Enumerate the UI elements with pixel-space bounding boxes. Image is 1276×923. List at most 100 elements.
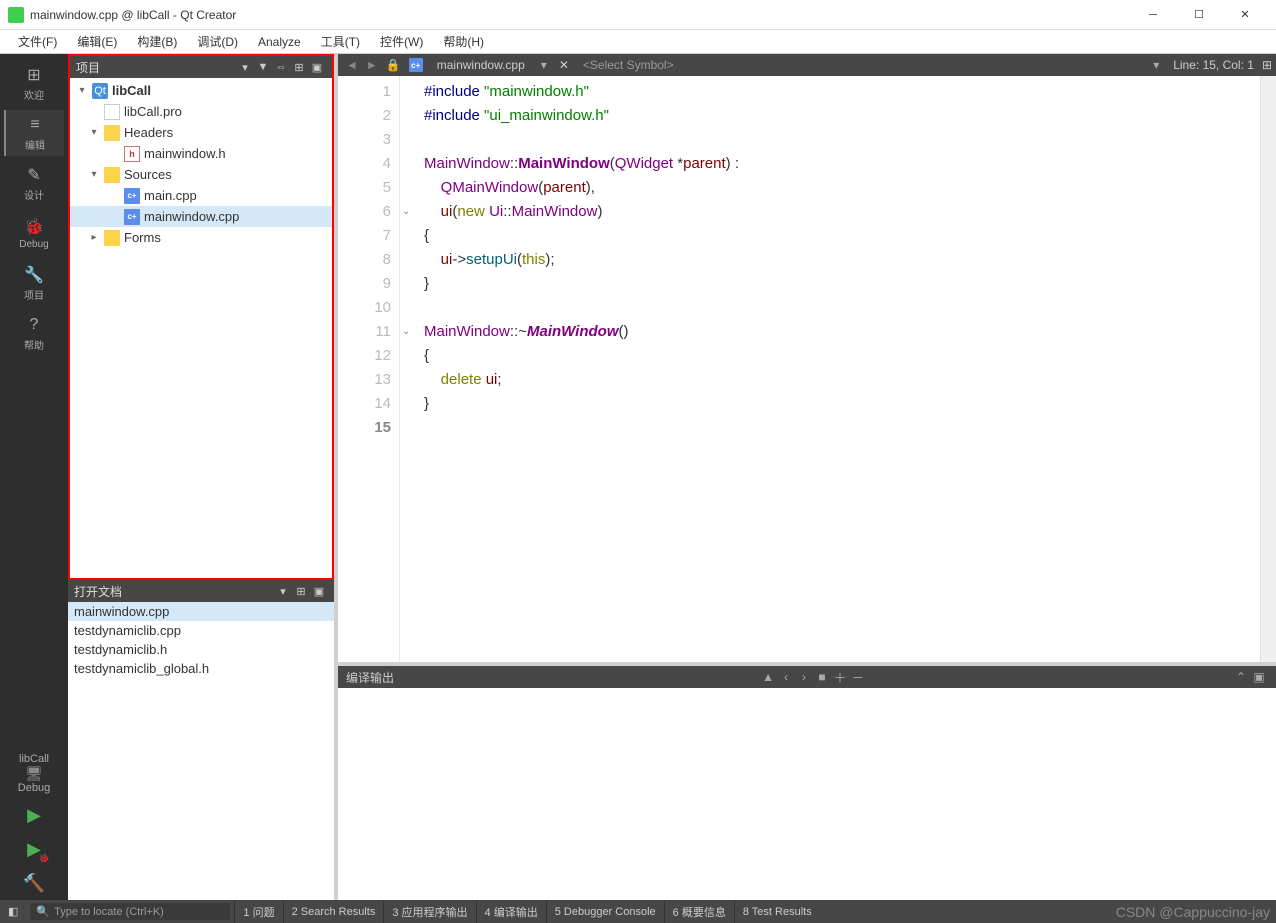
nav-back-icon[interactable]: ◄ (342, 58, 362, 72)
link-icon[interactable]: ⇔ (272, 61, 290, 73)
status-tab-1[interactable]: 2 Search Results (283, 900, 384, 923)
status-tab-5[interactable]: 6 概要信息 (664, 900, 734, 923)
split-icon[interactable]: ⊞ (292, 585, 310, 598)
fold-marker-icon[interactable]: ⌄ (402, 206, 410, 217)
status-tab-4[interactable]: 5 Debugger Console (546, 900, 664, 923)
tree-item-libCall.pro[interactable]: libCall.pro (70, 101, 332, 122)
maximize-button[interactable]: ☐ (1176, 0, 1222, 30)
rail-欢迎[interactable]: ⊞欢迎 (4, 60, 64, 106)
nav-fwd-icon[interactable]: ► (362, 58, 382, 72)
expand-arrow-icon[interactable]: ▾ (88, 127, 100, 138)
kit-mode: Debug (0, 782, 68, 794)
rail-帮助[interactable]: ?帮助 (4, 310, 64, 356)
file-dropdown-icon[interactable]: ▾ (535, 58, 553, 72)
code-content[interactable]: #include "mainwindow.h"#include "ui_main… (416, 76, 1260, 662)
dropdown-icon[interactable]: ▾ (236, 61, 254, 74)
open-doc-1[interactable]: testdynamiclib.cpp (68, 621, 334, 640)
tree-item-Forms[interactable]: ▸Forms (70, 227, 332, 248)
open-doc-2[interactable]: testdynamiclib.h (68, 640, 334, 659)
expand-icon[interactable]: ⌃ (1232, 670, 1250, 684)
rail-Debug[interactable]: 🐞Debug (4, 210, 64, 256)
close-file-icon[interactable]: ✕ (553, 58, 575, 72)
project-tree[interactable]: ▾QtlibCalllibCall.pro▾Headershmainwindow… (70, 78, 332, 578)
status-tab-2[interactable]: 3 应用程序输出 (383, 900, 475, 923)
tree-item-mainwindow.cpp[interactable]: c+mainwindow.cpp (70, 206, 332, 227)
run-debug-button[interactable]: ▶🐞 (0, 832, 68, 866)
close-button[interactable]: ✕ (1222, 0, 1268, 30)
expand-arrow-icon[interactable]: ▸ (88, 232, 100, 243)
rail-项目[interactable]: 🔧项目 (4, 260, 64, 306)
rail-icon: ✎ (24, 165, 44, 185)
tree-item-mainwindow.h[interactable]: hmainwindow.h (70, 143, 332, 164)
run-button[interactable]: ▶ (0, 798, 68, 832)
window-title: mainwindow.cpp @ libCall - Qt Creator (30, 8, 1130, 22)
build-button[interactable]: 🔨 (0, 866, 68, 900)
vertical-scrollbar[interactable] (1260, 76, 1276, 662)
close-output-icon[interactable]: ▣ (1250, 670, 1268, 684)
locator-input[interactable]: 🔍Type to locate (Ctrl+K) (30, 903, 230, 920)
symbol-selector[interactable]: <Select Symbol> (575, 58, 682, 72)
menu-2[interactable]: 构建(B) (127, 33, 187, 50)
fold-marker-icon[interactable]: ⌄ (402, 326, 410, 337)
tree-item-Headers[interactable]: ▾Headers (70, 122, 332, 143)
minimize-button[interactable]: ─ (1130, 0, 1176, 30)
split-icon[interactable]: ⊞ (290, 61, 308, 74)
rail-icon: ? (24, 315, 44, 335)
kit-name: libCall (0, 753, 68, 765)
open-docs-title: 打开文档 (74, 583, 274, 600)
menubar: 文件(F)编辑(E)构建(B)调试(D)Analyze工具(T)控件(W)帮助(… (0, 30, 1276, 54)
filter-icon[interactable]: ▼ (254, 61, 272, 73)
mode-rail: ⊞欢迎≡编辑✎设计🐞Debug🔧项目?帮助 libCall 🖥 Debug ▶ … (0, 54, 68, 900)
status-tab-6[interactable]: 8 Test Results (734, 900, 820, 923)
stop-icon[interactable]: ■ (813, 670, 831, 684)
rail-icon: 🔧 (24, 265, 44, 285)
menu-7[interactable]: 帮助(H) (433, 33, 494, 50)
menu-0[interactable]: 文件(F) (8, 33, 67, 50)
open-docs-header: 打开文档 ▾ ⊞ ▣ (68, 580, 334, 602)
tree-item-Sources[interactable]: ▾Sources (70, 164, 332, 185)
rail-icon: 🐞 (24, 217, 44, 237)
line-gutter[interactable]: 123456789101112131415 (338, 76, 400, 662)
filter-icon[interactable]: ▲ (759, 670, 777, 684)
close-panel-icon[interactable]: ▣ (308, 61, 326, 74)
symbol-dropdown-icon[interactable]: ▾ (1147, 58, 1165, 72)
cursor-position: Line: 15, Col: 1 (1165, 58, 1262, 72)
menu-1[interactable]: 编辑(E) (67, 33, 127, 50)
tree-item-libCall[interactable]: ▾QtlibCall (70, 80, 332, 101)
editor-filename[interactable]: mainwindow.cpp (427, 58, 535, 72)
open-docs-list[interactable]: mainwindow.cpptestdynamiclib.cpptestdyna… (68, 602, 334, 900)
cpp-file-icon: c+ (409, 58, 423, 72)
menu-5[interactable]: 工具(T) (311, 33, 370, 50)
open-doc-0[interactable]: mainwindow.cpp (68, 602, 334, 621)
lock-icon[interactable]: 🔒 (382, 58, 405, 72)
remove-icon[interactable]: － (849, 669, 867, 686)
fold-column[interactable]: ⌄⌄ (400, 76, 416, 662)
menu-6[interactable]: 控件(W) (370, 33, 433, 50)
status-tab-0[interactable]: 1 问题 (234, 900, 282, 923)
menu-3[interactable]: 调试(D) (187, 33, 248, 50)
close-panel-icon[interactable]: ▣ (310, 585, 328, 598)
kit-selector[interactable]: libCall 🖥 Debug (0, 749, 68, 798)
code-editor[interactable]: 123456789101112131415 ⌄⌄ #include "mainw… (338, 76, 1276, 662)
toggle-sidebar-icon[interactable]: ◧ (0, 900, 26, 923)
prev-icon[interactable]: ‹ (777, 670, 795, 684)
rail-icon: ⊞ (24, 65, 44, 85)
rail-设计[interactable]: ✎设计 (4, 160, 64, 206)
output-content[interactable] (338, 688, 1276, 900)
status-tab-3[interactable]: 4 编译输出 (476, 900, 546, 923)
project-panel-header: 项目 ▾ ▼ ⇔ ⊞ ▣ (70, 56, 332, 78)
dropdown-icon[interactable]: ▾ (274, 585, 292, 598)
expand-arrow-icon[interactable]: ▾ (76, 85, 88, 96)
add-icon[interactable]: ＋ (831, 669, 849, 686)
output-title: 编译输出 (346, 669, 759, 686)
qt-logo-icon (8, 7, 24, 23)
titlebar: mainwindow.cpp @ libCall - Qt Creator ─ … (0, 0, 1276, 30)
tree-item-main.cpp[interactable]: c+main.cpp (70, 185, 332, 206)
next-icon[interactable]: › (795, 670, 813, 684)
statusbar: ◧ 🔍Type to locate (Ctrl+K) 1 问题2 Search … (0, 900, 1276, 923)
expand-arrow-icon[interactable]: ▾ (88, 169, 100, 180)
split-editor-icon[interactable]: ⊞ (1262, 58, 1272, 72)
rail-编辑[interactable]: ≡编辑 (4, 110, 64, 156)
menu-4[interactable]: Analyze (248, 35, 311, 49)
open-doc-3[interactable]: testdynamiclib_global.h (68, 659, 334, 678)
